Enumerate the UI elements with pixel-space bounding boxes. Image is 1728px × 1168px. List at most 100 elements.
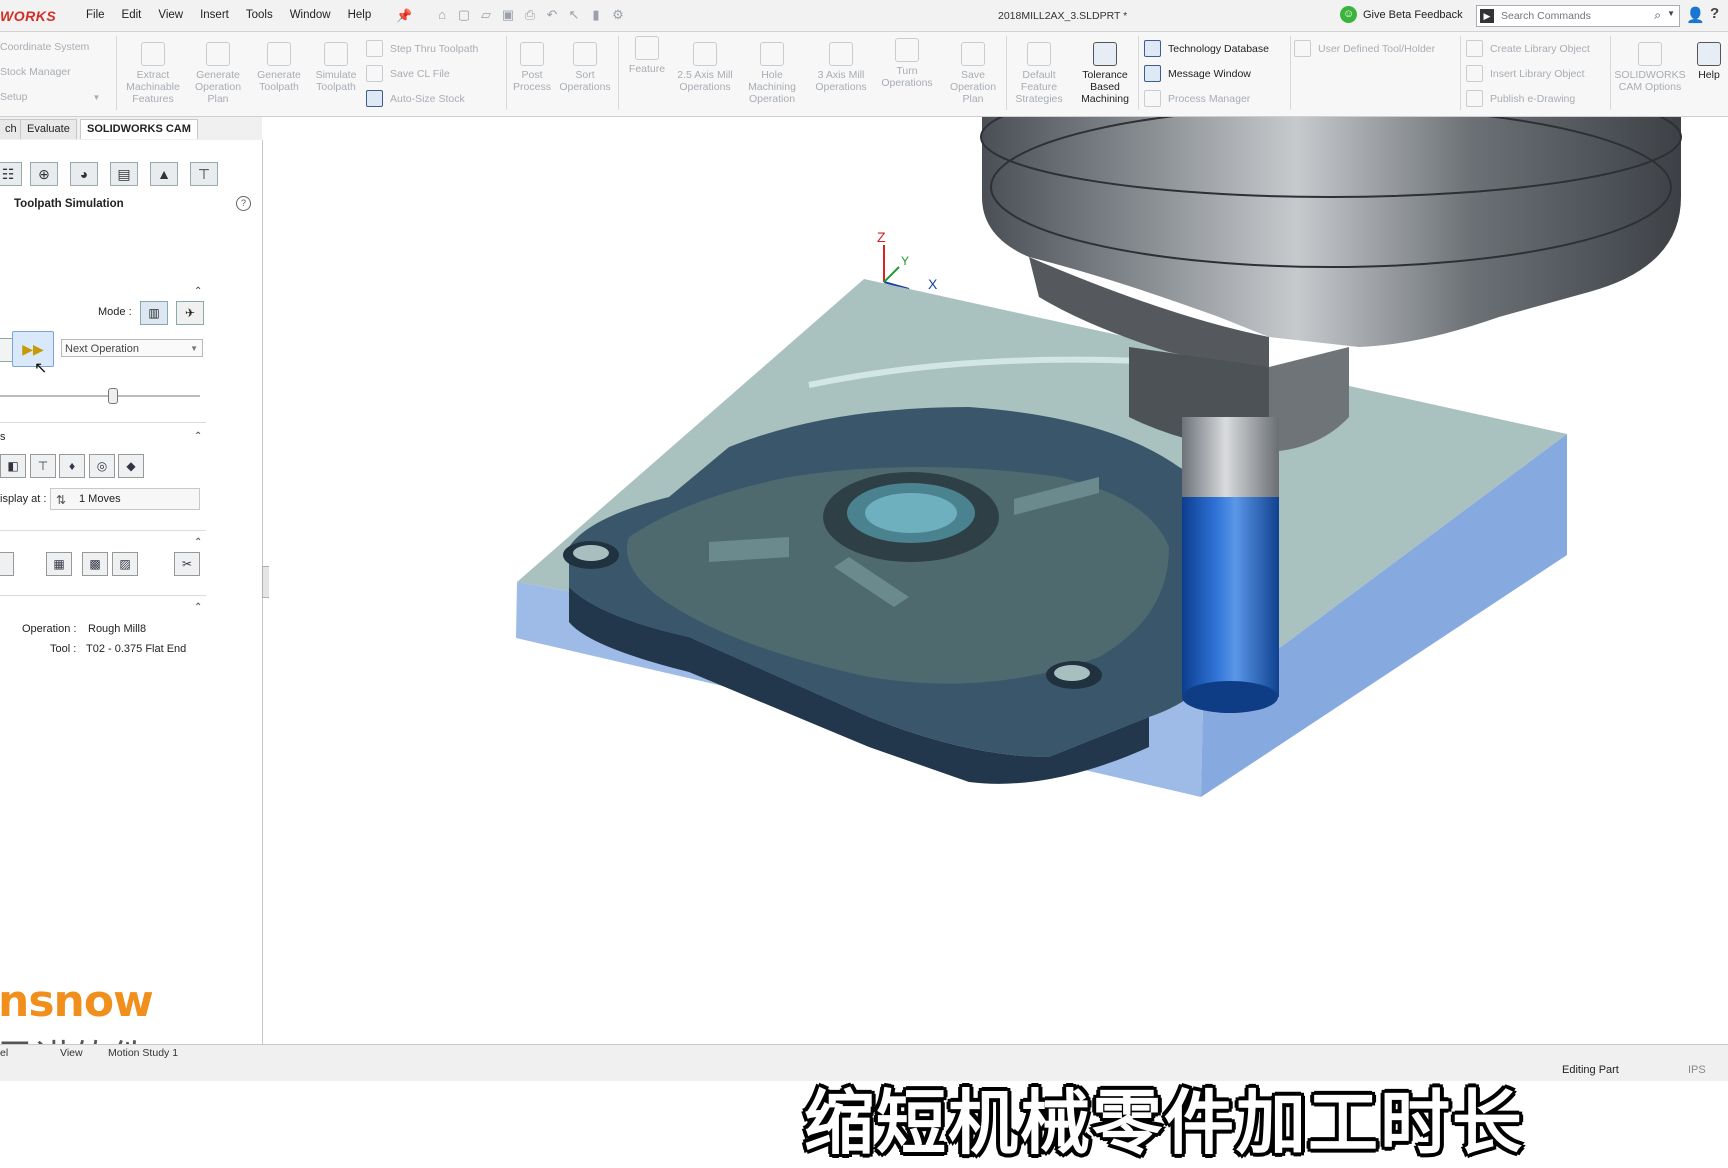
- help-question-icon[interactable]: ?: [1710, 5, 1719, 22]
- auto-size-stock-item[interactable]: Auto-Size Stock: [366, 90, 465, 107]
- simulate-toolpath-icon: [324, 42, 348, 66]
- panel-help-icon[interactable]: ?: [236, 196, 251, 211]
- open-icon[interactable]: ▱: [477, 6, 495, 24]
- menu-edit[interactable]: Edit: [122, 9, 142, 21]
- speed-slider-track[interactable]: [0, 395, 200, 397]
- collapse-chevron-icon[interactable]: ⌃: [194, 537, 202, 548]
- tolerance-based-machining-button[interactable]: Tolerance Based Machining: [1074, 42, 1136, 105]
- cam-feature-tree-icon[interactable]: ▤: [110, 162, 138, 186]
- tab-model[interactable]: el: [0, 1047, 8, 1059]
- message-window-icon: [1144, 65, 1161, 82]
- menu-view[interactable]: View: [158, 9, 183, 21]
- generate-plan-icon: [206, 42, 230, 66]
- next-operation-value: Next Operation: [65, 343, 139, 355]
- user-defined-tool-item[interactable]: User Defined Tool/Holder: [1294, 40, 1435, 57]
- display-holder-button[interactable]: ♦: [59, 454, 85, 478]
- display-fixture-button[interactable]: ◎: [89, 454, 115, 478]
- extract-features-button[interactable]: Extract Machinable Features: [122, 42, 184, 105]
- default-feature-strategies-button[interactable]: Default Feature Strategies: [1008, 42, 1070, 105]
- cam-options-button[interactable]: SOLIDWORKS CAM Options: [1612, 42, 1688, 93]
- print-icon[interactable]: ⎙: [521, 6, 539, 24]
- message-window-item[interactable]: Message Window: [1144, 65, 1251, 82]
- home-icon[interactable]: ⌂: [433, 6, 451, 24]
- measure-button[interactable]: ▩: [82, 552, 108, 576]
- beta-feedback-button[interactable]: ☺ Give Beta Feedback: [1340, 6, 1463, 23]
- menu-tools[interactable]: Tools: [246, 9, 273, 21]
- message-window-label: Message Window: [1168, 67, 1251, 80]
- new-document-icon[interactable]: ▢: [455, 6, 473, 24]
- publish-edrawing-item[interactable]: Publish e-Drawing: [1466, 90, 1575, 107]
- feature-tree-tab-icon[interactable]: ☷: [0, 162, 22, 186]
- search-icon[interactable]: ⌕: [1654, 8, 1661, 23]
- origin-target-icon[interactable]: ⊕: [30, 162, 58, 186]
- tab-solidworks-cam[interactable]: SOLIDWORKS CAM: [80, 119, 198, 139]
- collapse-chevron-icon[interactable]: ⌃: [194, 602, 202, 613]
- chevron-down-icon[interactable]: ▼: [1667, 9, 1675, 18]
- collapse-chevron-icon[interactable]: ⌃: [194, 286, 202, 297]
- select-icon[interactable]: ↖: [565, 6, 583, 24]
- tool-check-button[interactable]: ▏: [0, 552, 14, 576]
- menu-window[interactable]: Window: [290, 9, 331, 21]
- title-bar: WORKS File Edit View Insert Tools Window…: [0, 0, 1728, 32]
- ribbon-divider: [1138, 36, 1139, 110]
- simulate-toolpath-button[interactable]: Simulate Toolpath: [309, 42, 363, 93]
- post-process-button[interactable]: Post Process: [508, 42, 556, 93]
- ips-report-button[interactable]: ▨: [112, 552, 138, 576]
- create-library-object-item[interactable]: Create Library Object: [1466, 40, 1590, 57]
- mode-tool-button[interactable]: ▥: [140, 301, 168, 325]
- save-operation-plan-button[interactable]: Save Operation Plan: [942, 42, 1004, 105]
- strategies-icon: [1027, 42, 1051, 66]
- options-gear-icon[interactable]: ⚙: [609, 6, 627, 24]
- feature-button[interactable]: Feature: [622, 36, 672, 75]
- menu-file[interactable]: File: [86, 9, 105, 21]
- setup-item[interactable]: Setup ▼: [0, 91, 100, 103]
- display-part-button[interactable]: ◆: [118, 454, 144, 478]
- rebuild-icon[interactable]: ▮: [587, 6, 605, 24]
- mill-2-5-axis-button[interactable]: 2.5 Axis Mill Operations: [674, 42, 736, 93]
- chevron-down-icon: ▼: [190, 344, 198, 353]
- coordinate-system-item[interactable]: Coordinate System: [0, 41, 89, 53]
- insert-library-object-item[interactable]: Insert Library Object: [1466, 65, 1585, 82]
- graphics-viewport[interactable]: Z Y X 缩短机械零件加工时长: [269, 76, 1728, 1164]
- stock-manager-item[interactable]: Stock Manager: [0, 66, 71, 78]
- run-simulation-button[interactable]: ▶▶: [12, 331, 54, 367]
- units-indicator[interactable]: IPS: [1688, 1064, 1706, 1076]
- menu-insert[interactable]: Insert: [200, 9, 229, 21]
- display-tool-button[interactable]: ⊤: [30, 454, 56, 478]
- moves-field[interactable]: ⇅ 1 Moves: [50, 488, 200, 510]
- cam-operation-tree-icon[interactable]: ▲: [150, 162, 178, 186]
- collapse-chevron-icon[interactable]: ⌃: [194, 431, 202, 442]
- generate-toolpath-button[interactable]: Generate Toolpath: [250, 42, 308, 93]
- user-icon[interactable]: 👤: [1686, 6, 1705, 24]
- pin-icon[interactable]: 📌: [396, 8, 412, 24]
- search-input[interactable]: [1499, 7, 1653, 25]
- generate-plan-button[interactable]: Generate Operation Plan: [188, 42, 248, 105]
- save-icon[interactable]: ▣: [499, 6, 517, 24]
- technology-database-item[interactable]: Technology Database: [1144, 40, 1269, 57]
- mill-3-axis-button[interactable]: 3 Axis Mill Operations: [808, 42, 874, 93]
- settings-tools-button[interactable]: ✂: [174, 552, 200, 576]
- mode-translucent-button[interactable]: ✈: [176, 301, 204, 325]
- hole-machining-button[interactable]: Hole Machining Operation: [738, 42, 806, 105]
- save-cl-file-item[interactable]: Save CL File: [366, 65, 450, 82]
- tab-motion-study[interactable]: Motion Study 1: [108, 1047, 178, 1059]
- section-label: s: [0, 431, 6, 443]
- hole-machining-label: Hole Machining Operation: [748, 69, 796, 105]
- speed-slider-thumb[interactable]: [108, 388, 118, 404]
- step-thru-toolpath-item[interactable]: Step Thru Toolpath: [366, 40, 478, 57]
- step-thru-icon: [366, 40, 383, 57]
- tab-3d-view[interactable]: View: [60, 1047, 83, 1059]
- undo-icon[interactable]: ↶: [543, 6, 561, 24]
- compare-button[interactable]: ▦: [46, 552, 72, 576]
- appearance-icon[interactable]: ◕: [70, 162, 98, 186]
- sort-icon: [573, 42, 597, 66]
- menu-help[interactable]: Help: [348, 9, 372, 21]
- process-manager-item[interactable]: Process Manager: [1144, 90, 1250, 107]
- display-stock-button[interactable]: ◧: [0, 454, 26, 478]
- cam-tool-tree-icon[interactable]: ⊤: [190, 162, 218, 186]
- help-button[interactable]: Help: [1692, 42, 1726, 81]
- turn-operations-button[interactable]: Turn Operations: [876, 38, 938, 89]
- next-operation-dropdown[interactable]: Next Operation ▼: [61, 339, 203, 357]
- sort-operations-button[interactable]: Sort Operations: [556, 42, 614, 93]
- tab-evaluate[interactable]: Evaluate: [20, 119, 77, 139]
